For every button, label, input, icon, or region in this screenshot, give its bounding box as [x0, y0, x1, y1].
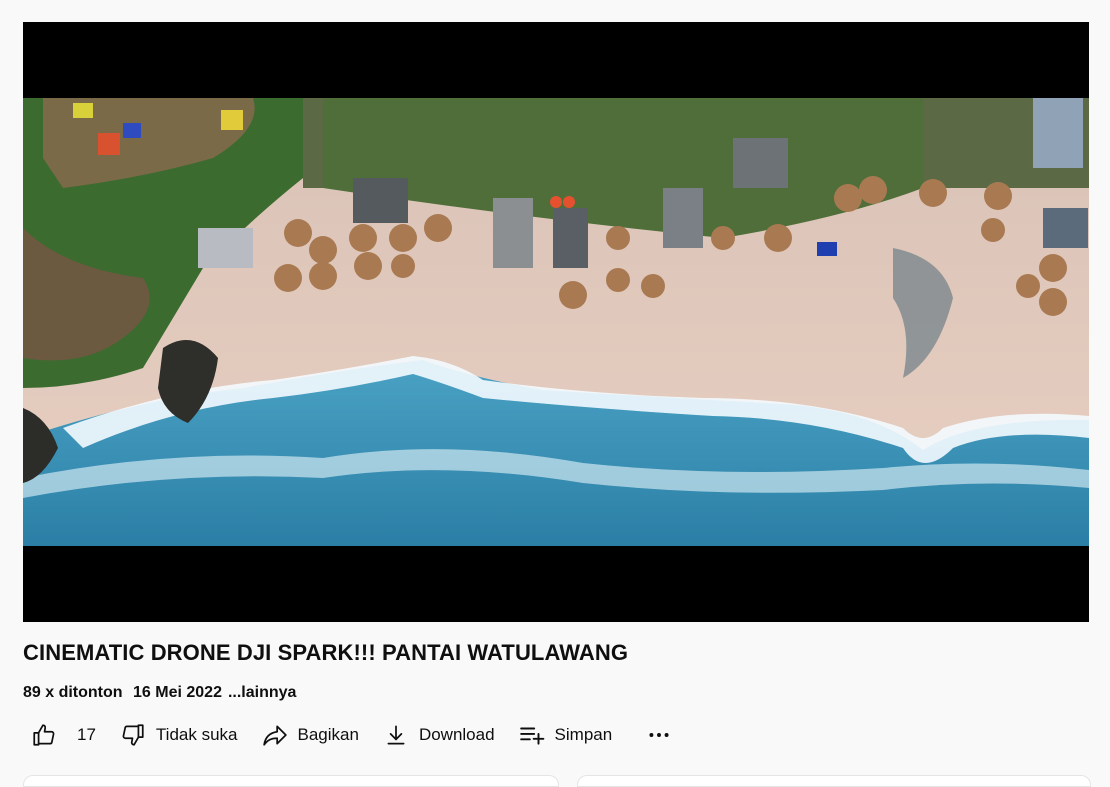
video-frame [23, 98, 1089, 546]
related-card [577, 775, 1091, 787]
video-meta[interactable]: 89 x ditonton 16 Mei 2022 ...lainnya [23, 684, 302, 702]
save-button[interactable]: Simpan [519, 716, 613, 754]
like-button[interactable]: 17 [23, 716, 96, 754]
download-button[interactable]: Download [383, 716, 495, 754]
more-actions-button[interactable] [636, 716, 672, 754]
share-label: Bagikan [297, 725, 359, 744]
view-count: 89 x ditonton [23, 684, 123, 701]
dislike-label: Tidak suka [155, 725, 238, 744]
video-title: CINEMATIC DRONE DJI SPARK!!! PANTAI WATU… [23, 640, 629, 665]
share-button[interactable]: Bagikan [262, 716, 359, 754]
download-label: Download [418, 725, 495, 744]
video-player[interactable] [23, 22, 1089, 622]
thumbs-down-icon [122, 724, 144, 746]
upload-date: 16 Mei 2022 [133, 684, 222, 701]
dislike-button[interactable]: Tidak suka [120, 716, 238, 754]
action-bar: 17 Tidak suka Bagikan Download Simpan [23, 716, 672, 754]
thumbs-up-icon [33, 724, 55, 746]
more-link[interactable]: ...lainnya [228, 684, 296, 701]
playlist-add-icon [519, 727, 544, 745]
download-icon [387, 725, 405, 745]
share-arrow-icon [262, 725, 287, 746]
comments-card [23, 775, 559, 787]
like-count: 17 [77, 725, 96, 744]
save-label: Simpan [554, 725, 613, 744]
more-horizontal-icon [649, 733, 669, 737]
